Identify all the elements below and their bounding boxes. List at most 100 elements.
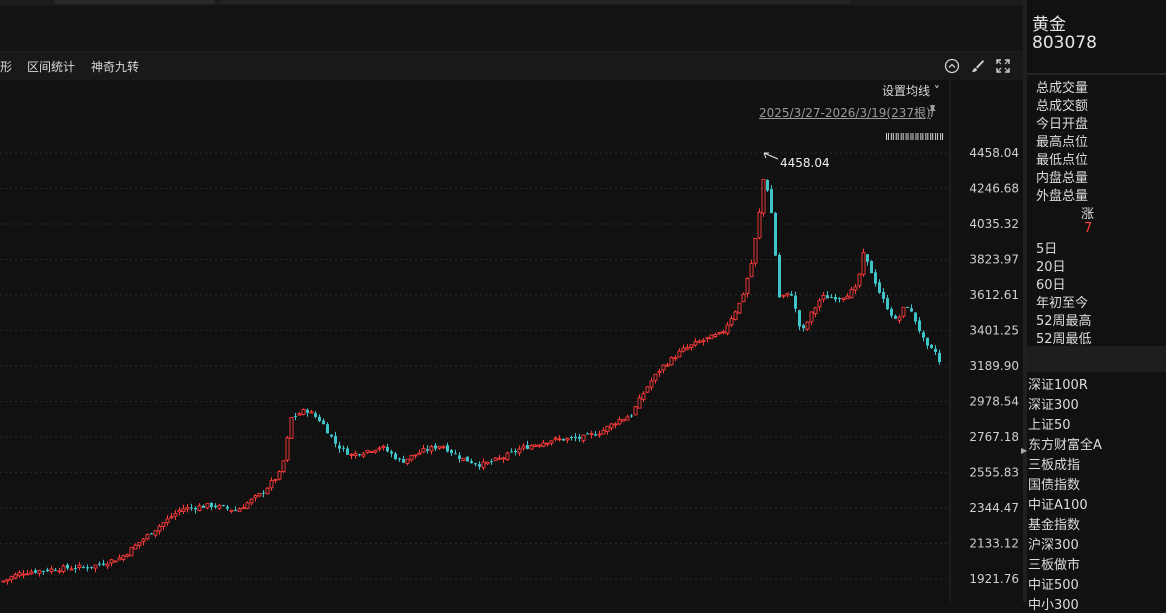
tab-segment[interactable] [220, 0, 850, 4]
candle-body [653, 373, 658, 381]
candle-body [105, 563, 110, 567]
candle-body [318, 416, 321, 422]
index-item[interactable]: 国债指数 [1028, 474, 1080, 493]
candle-body [390, 451, 393, 454]
candle-body [497, 457, 502, 460]
y-tick-label: 3401.25 [969, 324, 1019, 338]
candle-body [613, 423, 618, 426]
candle-body [641, 393, 646, 400]
candle-body [802, 325, 805, 329]
tab-segment[interactable] [55, 0, 215, 4]
security-code: 803078 [1032, 33, 1097, 53]
fullscreen-icon[interactable] [995, 58, 1011, 74]
index-item[interactable]: 三板成指 [1028, 454, 1080, 473]
candle-body [17, 572, 22, 577]
ma-setting-button[interactable]: 设置均线 ˅ [882, 82, 940, 99]
candle-body [637, 397, 642, 409]
candle-body [514, 450, 517, 453]
candle-body [57, 570, 62, 573]
index-item[interactable]: 东方财富全A [1028, 434, 1102, 453]
date-range-label[interactable]: 2025/3/27-2026/3/19(237根) [759, 104, 931, 121]
brush-icon[interactable] [970, 58, 986, 74]
index-item[interactable]: 中证A100 [1028, 494, 1088, 513]
candle-body [505, 452, 510, 461]
y-tick-label: 2978.54 [969, 395, 1019, 409]
candle-body [169, 516, 174, 519]
candle-body [413, 454, 418, 457]
index-item[interactable]: 沪深300 [1028, 534, 1079, 553]
candle-body [446, 445, 449, 452]
candle-body [121, 555, 126, 560]
candle-body [709, 334, 714, 340]
candle-body [886, 298, 889, 310]
candle-body [938, 352, 941, 362]
candle-body [13, 574, 18, 579]
candle-body [753, 238, 758, 264]
candle-body [150, 533, 153, 535]
candle-body [861, 252, 866, 275]
period-label: 52周最高 [1036, 314, 1092, 329]
candle-body [541, 442, 546, 447]
candle-body [54, 569, 57, 571]
candle-body [794, 295, 797, 309]
y-tick-label: 2344.47 [969, 501, 1019, 515]
candle-body [466, 456, 469, 462]
stat-label: 最高点位 [1036, 135, 1089, 150]
candle-body [617, 419, 622, 425]
candle-body [589, 432, 594, 435]
candle-body [553, 437, 558, 440]
candle-body [490, 461, 493, 463]
candle-body [766, 179, 769, 191]
toolbar-item-magic-nine[interactable]: 神奇九转 [91, 58, 139, 75]
index-item[interactable]: 三板做市 [1028, 554, 1080, 573]
header-blank-area [0, 5, 1024, 52]
quote-side-panel: 黄金 803078 总成交量 总成交额 今日开盘 最高点位 最低点位 内盘总量 外盘总量 涨… [1021, 0, 1166, 613]
period-label: 年初至今 [1036, 296, 1089, 311]
candle-body [845, 295, 850, 300]
candle-body [798, 310, 801, 327]
candle-body [725, 324, 730, 334]
candle-body [745, 277, 750, 294]
candle-body [297, 413, 302, 416]
candle-body [870, 260, 873, 274]
candle-body [205, 503, 210, 509]
candle-body [533, 444, 538, 447]
candle-body [813, 307, 818, 315]
toolbar-item-range-stats[interactable]: 区间统计 [27, 58, 75, 75]
zhang-label: 涨 [1081, 207, 1095, 222]
pin-icon[interactable] [926, 104, 938, 118]
candle-body [133, 544, 138, 550]
index-item[interactable]: 中证500 [1028, 574, 1079, 593]
candle-body [454, 453, 457, 455]
index-item[interactable]: 上证50 [1028, 414, 1071, 433]
candle-body [838, 298, 841, 300]
candle-body [386, 446, 389, 452]
candle-body [29, 571, 34, 575]
candle-body [113, 560, 118, 563]
candle-body [805, 321, 810, 330]
stat-label: 内盘总量 [1036, 171, 1089, 186]
candle-body [1, 580, 6, 583]
candle-body [434, 445, 437, 449]
candle-body [322, 420, 325, 425]
collapse-up-icon[interactable] [944, 58, 960, 74]
candle-body [181, 508, 186, 512]
expand-arrow-icon[interactable]: ▶ [1021, 446, 1027, 455]
candle-body [633, 406, 638, 416]
zhang-value: 7 [1084, 221, 1093, 236]
toolbar-item-shape[interactable]: 形 [0, 58, 12, 75]
y-tick-label: 1921.76 [969, 572, 1019, 586]
candle-body [649, 380, 654, 388]
candle-body [377, 447, 382, 450]
candle-body [545, 442, 550, 445]
candle-body [117, 557, 122, 561]
index-item[interactable]: 深证300 [1028, 394, 1079, 413]
index-item[interactable]: 深证100R [1028, 374, 1088, 393]
candle-body [849, 289, 854, 299]
candle-body [821, 294, 826, 300]
index-item[interactable]: 基金指数 [1028, 514, 1080, 533]
index-item[interactable]: 中小300 [1028, 594, 1079, 613]
kline-chart-area[interactable]: 4458.04 4246.68 4035.32 3823.97 3612.61 3401.… [0, 80, 1024, 602]
candle-body [594, 434, 597, 436]
candlestick-chart[interactable]: 4458.04 4246.68 4035.32 3823.97 3612.61 3401.… [0, 80, 1024, 602]
